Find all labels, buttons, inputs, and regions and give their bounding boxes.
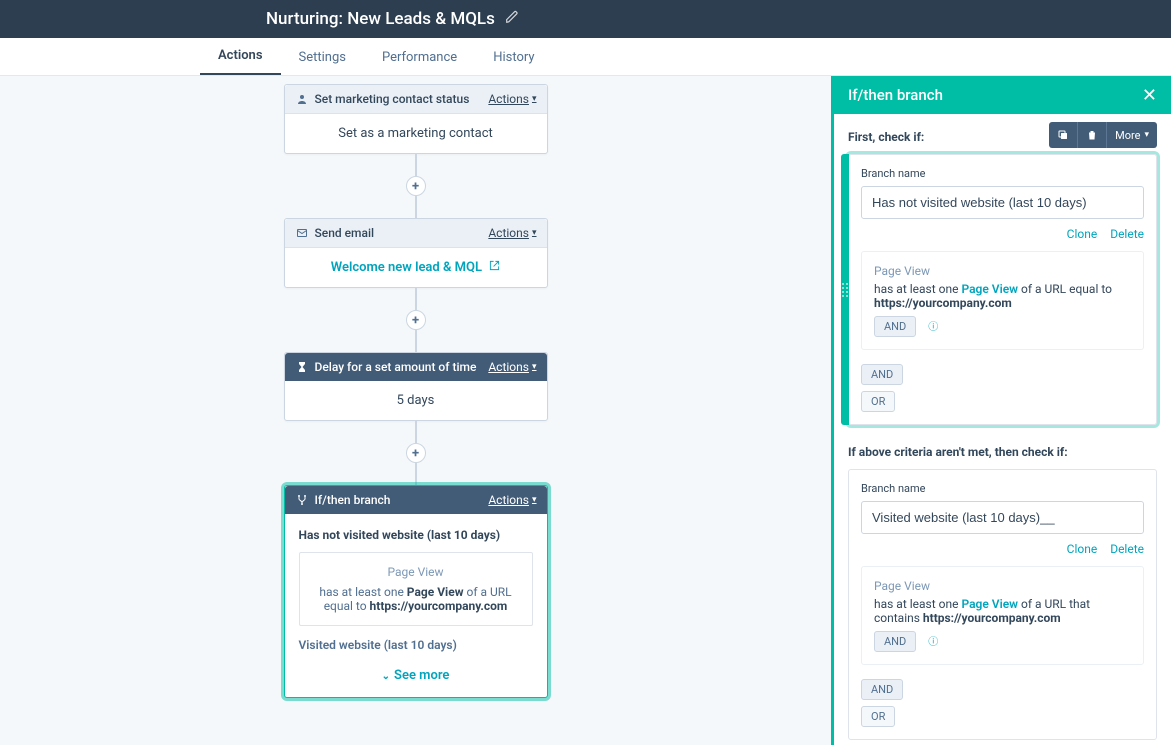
envelope-icon	[295, 226, 309, 240]
and-inner-pill[interactable]: AND	[874, 316, 916, 337]
delete-button[interactable]	[1078, 122, 1107, 148]
workflow-title: Nurturing: New Leads & MQLs	[266, 9, 495, 29]
clone-link[interactable]: Clone	[1067, 227, 1098, 241]
criteria-text: has at least one Page View of a URL that…	[874, 597, 1131, 625]
copy-button[interactable]	[1049, 122, 1078, 148]
panel-title: If/then branch	[848, 86, 943, 104]
contact-icon	[295, 92, 309, 106]
node-body: 5 days	[285, 381, 547, 420]
criteria-category: Page View	[874, 264, 1131, 278]
top-bar: Nurturing: New Leads & MQLs	[0, 0, 1171, 38]
tab-actions[interactable]: Actions	[200, 38, 281, 75]
criteria-text: has at least one Page View of a URL equa…	[310, 585, 522, 613]
side-panel: If/then branch ✕ More▾ First, check if: …	[831, 76, 1171, 745]
edit-title-icon[interactable]	[505, 10, 519, 28]
info-icon[interactable]: ⓘ	[928, 322, 938, 333]
or-pill[interactable]: OR	[861, 391, 895, 412]
branch-2-name-input[interactable]	[861, 501, 1144, 534]
external-link-icon	[486, 260, 500, 275]
branch-1-title: Has not visited website (last 10 days)	[299, 528, 533, 542]
add-step-button[interactable]: +	[406, 443, 426, 463]
branch-1-name-input[interactable]	[861, 186, 1144, 219]
nav-tabs: Actions Settings Performance History	[0, 38, 1171, 76]
second-check-label: If above criteria aren't met, then check…	[848, 445, 1157, 459]
delete-link[interactable]: Delete	[1110, 227, 1144, 241]
branch-criteria-box[interactable]: Page View has at least one Page View of …	[299, 552, 533, 626]
and-inner-pill[interactable]: AND	[874, 631, 916, 652]
criteria-text: has at least one Page View of a URL equa…	[874, 282, 1131, 310]
branch-name-label: Branch name	[861, 482, 1144, 495]
delete-link[interactable]: Delete	[1110, 542, 1144, 556]
tab-history[interactable]: History	[475, 40, 552, 75]
node-actions-menu[interactable]: Actions▾	[488, 360, 536, 374]
criteria-box[interactable]: Page View has at least one Page View of …	[861, 251, 1144, 350]
add-step-button[interactable]: +	[406, 310, 426, 330]
criteria-box[interactable]: Page View has at least one Page View of …	[861, 566, 1144, 665]
add-step-button[interactable]: +	[406, 176, 426, 196]
criteria-category: Page View	[874, 579, 1131, 593]
and-pill[interactable]: AND	[861, 679, 903, 700]
or-pill[interactable]: OR	[861, 706, 895, 727]
email-link[interactable]: Welcome new lead & MQL	[331, 260, 501, 275]
branch-toolbar: More▾	[1049, 122, 1157, 148]
node-set-marketing-contact[interactable]: Set marketing contact status Actions▾ Se…	[284, 84, 548, 154]
tab-performance[interactable]: Performance	[364, 40, 475, 75]
info-icon[interactable]: ⓘ	[928, 637, 938, 648]
branch-1-card: Branch name Clone Delete Page View has a…	[848, 154, 1157, 425]
hourglass-icon	[295, 360, 309, 374]
branch-name-label: Branch name	[861, 167, 1144, 180]
clone-link[interactable]: Clone	[1067, 542, 1098, 556]
criteria-link[interactable]: Page View	[961, 597, 1018, 611]
branch-icon	[295, 493, 309, 507]
see-more-button[interactable]: ⌄See more	[299, 662, 533, 687]
branch-2-card: Branch name Clone Delete Page View has a…	[848, 469, 1157, 740]
node-actions-menu[interactable]: Actions▾	[488, 493, 536, 507]
and-pill[interactable]: AND	[861, 364, 903, 385]
criteria-link[interactable]: Page View	[961, 282, 1018, 296]
node-delay[interactable]: Delay for a set amount of time Actions▾ …	[284, 352, 548, 421]
branch-2-title: Visited website (last 10 days)	[299, 638, 533, 652]
more-button[interactable]: More▾	[1107, 122, 1157, 148]
node-actions-menu[interactable]: Actions▾	[488, 92, 536, 106]
chevron-down-icon: ⌄	[382, 671, 390, 682]
tab-settings[interactable]: Settings	[281, 40, 364, 75]
close-icon[interactable]: ✕	[1142, 85, 1157, 106]
drag-handle[interactable]	[841, 154, 849, 425]
node-body: Set as a marketing contact	[285, 114, 547, 153]
node-send-email[interactable]: Send email Actions▾ Welcome new lead & M…	[284, 218, 548, 288]
criteria-category: Page View	[310, 565, 522, 579]
node-if-then-branch[interactable]: If/then branch Actions▾ Has not visited …	[284, 485, 548, 698]
node-actions-menu[interactable]: Actions▾	[488, 226, 536, 240]
